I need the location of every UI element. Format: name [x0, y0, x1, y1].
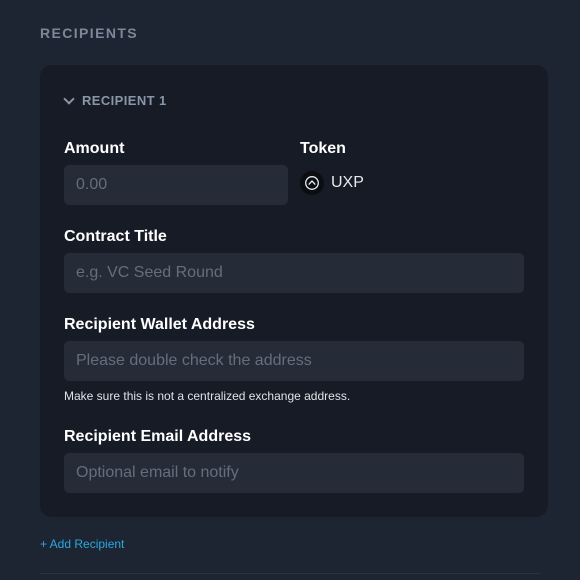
contract-title-input[interactable]	[64, 253, 524, 293]
token-label: Token	[300, 140, 346, 157]
divider	[40, 573, 540, 574]
wallet-address-label: Recipient Wallet Address	[64, 316, 255, 333]
amount-input[interactable]	[64, 165, 288, 205]
amount-label: Amount	[64, 140, 125, 157]
contract-title-label: Contract Title	[64, 228, 167, 245]
chevron-down-icon	[63, 93, 75, 105]
wallet-address-input[interactable]	[64, 341, 524, 381]
token-selector[interactable]: UXP	[300, 171, 364, 195]
token-name: UXP	[331, 174, 364, 191]
recipient-card: RECIPIENT 1 Amount Token UXP Contract Ti…	[40, 65, 548, 517]
recipient-toggle[interactable]: RECIPIENT 1	[63, 93, 167, 108]
recipient-header-label: RECIPIENT 1	[82, 93, 167, 108]
add-recipient-link[interactable]: + Add Recipient	[40, 537, 124, 551]
email-address-input[interactable]	[64, 453, 524, 493]
section-title: RECIPIENTS	[40, 25, 139, 41]
uxp-token-icon	[300, 171, 324, 195]
wallet-address-helper: Make sure this is not a centralized exch…	[64, 389, 351, 403]
email-address-label: Recipient Email Address	[64, 428, 252, 445]
